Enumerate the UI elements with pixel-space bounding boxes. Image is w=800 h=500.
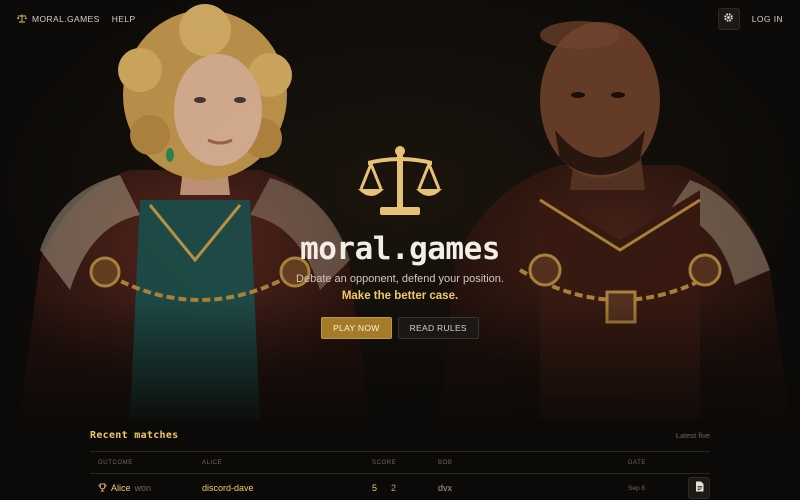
column-header-bob: BOB (438, 459, 453, 466)
trophy-icon (98, 482, 107, 494)
score-alice: 5 (372, 483, 378, 493)
column-header-score: SCORE (372, 459, 397, 466)
tagline: Debate an opponent, defend your position… (296, 273, 504, 285)
site-title: moral.games (300, 231, 500, 267)
view-transcript-button[interactable] (688, 477, 710, 499)
tagline-emphasis: Make the better case. (341, 290, 459, 302)
brand-link[interactable]: MORAL.GAMES (17, 10, 100, 28)
column-header-alice: ALICE (202, 459, 223, 466)
recent-matches: Recent matches Latest five OUTCOME ALICE… (90, 430, 710, 500)
gear-icon (723, 10, 734, 28)
top-bar: MORAL.GAMES HELP LOG IN (0, 0, 800, 38)
result-text: won (134, 483, 152, 493)
help-link[interactable]: HELP (112, 14, 136, 24)
settings-button[interactable] (717, 8, 740, 30)
row-actions (672, 477, 710, 499)
score-cell: 5 2 (372, 483, 438, 493)
hero-actions: PLAY NOW READ RULES (321, 317, 479, 339)
recent-matches-header: Recent matches Latest five (90, 430, 710, 441)
document-icon (695, 479, 704, 497)
login-link[interactable]: LOG IN (752, 14, 783, 24)
alice-player: discord-dave (202, 483, 254, 493)
top-bar-left: MORAL.GAMES HELP (17, 10, 136, 28)
recent-matches-subtitle: Latest five (675, 431, 710, 440)
scales-icon (358, 145, 442, 221)
score-bob: 2 (391, 483, 397, 493)
table-row[interactable]: Alice won discord-dave 5 2 dvx Sep 8 (90, 474, 710, 500)
play-now-button[interactable]: PLAY NOW (321, 317, 392, 339)
recent-matches-title: Recent matches (90, 430, 179, 441)
scales-icon (17, 10, 27, 28)
table-header: OUTCOME ALICE SCORE BOB DATE (90, 452, 710, 474)
top-bar-right: LOG IN (717, 8, 783, 30)
hero-content: moral.games Debate an opponent, defend y… (200, 145, 600, 339)
brand-name: MORAL.GAMES (32, 14, 100, 24)
winner-name: Alice (111, 483, 131, 493)
column-header-outcome: OUTCOME (98, 459, 133, 466)
outcome-cell: Alice won (90, 482, 202, 494)
match-date: Sep 8 (628, 484, 645, 492)
read-rules-button[interactable]: READ RULES (397, 317, 479, 339)
column-header-date: DATE (628, 459, 646, 466)
matches-table: OUTCOME ALICE SCORE BOB DATE Alice won d… (90, 451, 710, 500)
bob-player: dvx (438, 483, 453, 493)
